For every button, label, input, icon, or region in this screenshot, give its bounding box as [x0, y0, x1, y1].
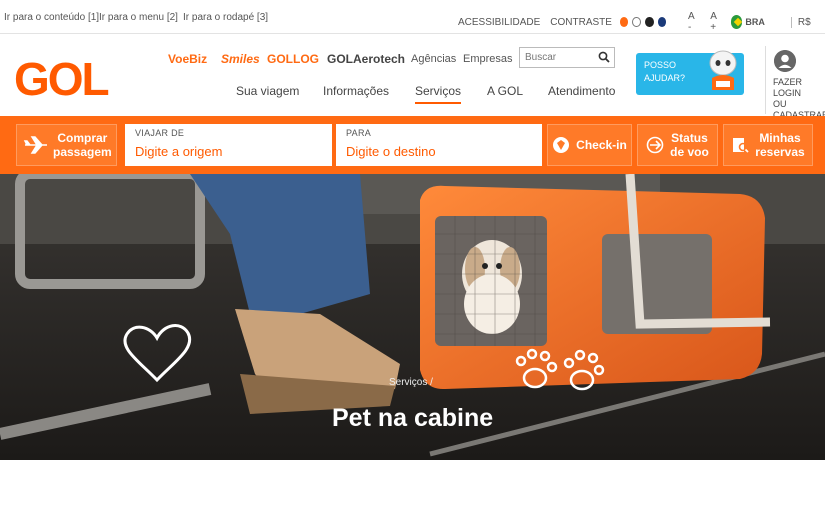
nav-sua-viagem[interactable]: Sua viagem	[236, 84, 299, 98]
login-line1: FAZER LOGIN	[773, 77, 803, 98]
checkin-button[interactable]: Check-in	[547, 124, 632, 166]
skip-to-content-link[interactable]: Ir para o conteúdo [1]	[4, 12, 99, 23]
utility-bar: Ir para o conteúdo [1] Ir para o menu [2…	[0, 0, 825, 34]
nav-atendimento[interactable]: Atendimento	[548, 84, 615, 98]
checkin-label: Check-in	[576, 138, 627, 152]
header-divider	[765, 46, 766, 114]
my-reservations-line1: Minhas	[759, 131, 801, 145]
page-title: Pet na cabine	[332, 404, 494, 432]
search-icon[interactable]	[598, 51, 610, 63]
contrast-blue-option[interactable]	[657, 17, 666, 27]
voebiz-link[interactable]: VoeBiz	[168, 52, 207, 66]
flight-status-line1: Status	[671, 131, 708, 145]
flight-status-line2: de voo	[670, 145, 709, 159]
gollog-link[interactable]: GOLLOG	[267, 52, 319, 66]
destination-input[interactable]: Digite o destino	[346, 144, 532, 159]
font-increase-button[interactable]: A +	[710, 11, 722, 33]
booking-bar: Comprar passagem VIAJAR DE Digite a orig…	[0, 116, 825, 174]
smiles-link[interactable]: Smiles	[221, 52, 260, 66]
contrast-black-option[interactable]	[645, 17, 654, 27]
golaerotech-link[interactable]: GOLAerotech	[327, 52, 405, 66]
my-reservations-line2: reservas	[755, 145, 805, 159]
chatbot-mascot-icon	[709, 50, 737, 90]
brazil-flag-icon	[730, 15, 743, 29]
my-reservations-button[interactable]: Minhas reservas	[723, 124, 813, 166]
font-decrease-button[interactable]: A -	[688, 11, 698, 33]
origin-field[interactable]: VIAJAR DE Digite a origem	[125, 124, 332, 166]
skip-to-menu-link[interactable]: Ir para o menu [2]	[99, 12, 178, 23]
destination-label: PARA	[346, 128, 372, 138]
hero-banner: Serviços / Pet na cabine	[0, 174, 825, 460]
destination-field[interactable]: PARA Digite o destino	[336, 124, 542, 166]
content-area	[0, 460, 825, 516]
buy-ticket-button[interactable]: Comprar passagem	[16, 124, 117, 166]
buy-ticket-line1: Comprar	[57, 131, 108, 145]
contrast-orange-option[interactable]	[619, 17, 629, 27]
origin-input[interactable]: Digite a origem	[135, 144, 322, 159]
currency-selector[interactable]: R$	[790, 16, 811, 28]
breadcrumb[interactable]: Serviços /	[389, 377, 433, 388]
checkin-icon	[553, 137, 570, 153]
contrast-label: CONTRASTE	[550, 16, 612, 28]
login-link[interactable]: FAZER LOGIN OU CADASTRAR	[773, 77, 825, 121]
country-selector[interactable]: BRA	[745, 17, 765, 27]
contrast-white-option[interactable]	[632, 17, 642, 27]
flight-status-button[interactable]: Status de voo	[637, 124, 718, 166]
accessibility-controls: ACESSIBILIDADE CONTRASTE A - A + BRA R$ …	[458, 11, 825, 33]
empresas-link[interactable]: Empresas	[463, 53, 513, 65]
origin-label: VIAJAR DE	[135, 128, 185, 138]
nav-a-gol[interactable]: A GOL	[487, 84, 523, 98]
reservations-icon	[733, 138, 749, 153]
airplane-icon	[23, 136, 47, 154]
nav-servicos[interactable]: Serviços	[415, 84, 462, 104]
user-account-icon[interactable]	[774, 50, 796, 72]
gol-logo[interactable]: GOL	[14, 52, 110, 106]
agencias-link[interactable]: Agências	[411, 53, 456, 65]
main-header: GOL VoeBiz Smiles GOLLOG GOLAerotech Agê…	[0, 34, 825, 120]
buy-ticket-line2: passagem	[53, 145, 112, 159]
accessibility-link[interactable]: ACESSIBILIDADE	[458, 17, 540, 28]
flight-status-icon	[646, 136, 664, 154]
skip-to-footer-link[interactable]: Ir para o rodapé [3]	[183, 12, 268, 23]
nav-informacoes[interactable]: Informações	[323, 84, 389, 98]
